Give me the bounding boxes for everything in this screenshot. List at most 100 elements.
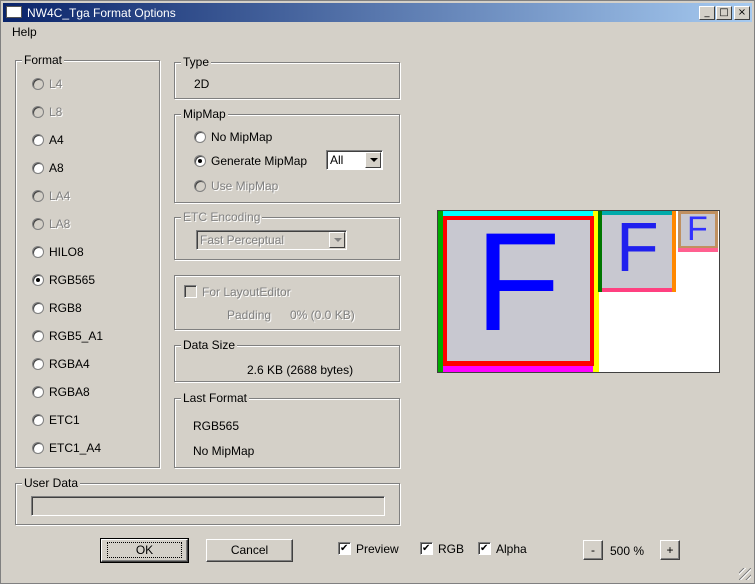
format-option-la8[interactable]: LA8 <box>32 216 70 232</box>
radio-indicator <box>32 442 44 454</box>
chevron-down-icon[interactable] <box>329 232 345 248</box>
mipmap-group-label: MipMap <box>181 107 228 121</box>
radio-indicator <box>194 131 206 143</box>
data-size-value: 2.6 KB (2688 bytes) <box>247 363 354 377</box>
format-option-etc1[interactable]: ETC1 <box>32 412 80 428</box>
format-option-label: A8 <box>49 161 64 175</box>
rgb-checkbox[interactable]: RGB <box>420 542 464 556</box>
alpha-label: Alpha <box>496 542 527 556</box>
maximize-button[interactable]: □ <box>716 6 732 20</box>
window-title: NW4C_Tga Format Options <box>27 6 176 20</box>
format-option-a8[interactable]: A8 <box>32 160 64 176</box>
preview-label: Preview <box>356 542 399 556</box>
use-mipmap-label: Use MipMap <box>211 179 279 193</box>
zoom-level: 500 % <box>610 544 645 558</box>
format-group: Format L4 L8 A4 A8 LA4 LA8 HILO8 RGB565 RGB8 RGB5… <box>15 53 160 468</box>
radio-indicator <box>32 134 44 146</box>
resize-grip[interactable] <box>739 568 751 580</box>
format-option-label: ETC1 <box>49 413 80 427</box>
preview-checkbox[interactable]: Preview <box>338 542 399 556</box>
minimize-button[interactable]: _ <box>699 6 715 20</box>
radio-indicator <box>32 190 44 202</box>
etc-encoding-select[interactable]: Fast Perceptual <box>196 230 347 250</box>
cancel-button[interactable]: Cancel <box>206 539 293 562</box>
radio-indicator <box>32 218 44 230</box>
radio-indicator <box>32 162 44 174</box>
radio-indicator <box>32 330 44 342</box>
data-size-label: Data Size <box>181 338 238 352</box>
title-bar[interactable]: NW4C_Tga Format Options _ □ × <box>3 3 752 22</box>
format-option-l4[interactable]: L4 <box>32 76 62 92</box>
format-option-rgb8[interactable]: RGB8 <box>32 300 82 316</box>
menu-bar: Help <box>3 23 752 41</box>
etc-encoding-group: ETC Encoding Fast Perceptual <box>174 210 400 260</box>
padding-label: Padding <box>227 308 272 322</box>
radio-indicator <box>194 155 206 167</box>
format-option-hilo8[interactable]: HILO8 <box>32 244 84 260</box>
format-option-label: L8 <box>49 105 63 119</box>
format-option-rgba4[interactable]: RGBA4 <box>32 356 90 372</box>
zoom-out-button[interactable]: - <box>583 540 603 560</box>
last-format-value: RGB565 <box>193 419 240 433</box>
layout-editor-group: For LayoutEditor Padding 0% (0.0 KB) <box>174 275 400 330</box>
user-data-field[interactable] <box>31 496 385 516</box>
close-button[interactable]: × <box>734 6 750 20</box>
ok-button[interactable]: OK <box>100 538 189 563</box>
format-option-label: RGB5_A1 <box>49 329 104 343</box>
type-group-label: Type <box>181 55 212 69</box>
format-option-label: A4 <box>49 133 64 147</box>
last-format-mipmap: No MipMap <box>193 444 255 458</box>
app-icon <box>6 6 22 18</box>
format-option-label: HILO8 <box>49 245 84 259</box>
format-option-rgb565[interactable]: RGB565 <box>32 272 95 288</box>
zoom-in-button[interactable]: + <box>660 540 680 560</box>
radio-indicator <box>32 78 44 90</box>
radio-indicator <box>32 386 44 398</box>
mip0-image: F <box>447 212 590 361</box>
format-option-label: L4 <box>49 77 63 91</box>
mip2-image: F <box>681 210 715 248</box>
format-option-rgba8[interactable]: RGBA8 <box>32 384 90 400</box>
mip1-image: F <box>602 210 672 288</box>
mip0-glyph: F <box>475 210 561 360</box>
mip1-edge-right <box>672 211 676 292</box>
format-option-la4[interactable]: LA4 <box>32 188 70 204</box>
radio-indicator <box>32 246 44 258</box>
format-option-label: RGBA8 <box>49 385 90 399</box>
rgb-label: RGB <box>438 542 465 556</box>
radio-indicator <box>32 274 44 286</box>
mipmap-level-value: All <box>330 153 344 167</box>
format-option-a4[interactable]: A4 <box>32 132 64 148</box>
data-size-group: Data Size 2.6 KB (2688 bytes) <box>174 338 400 382</box>
texture-preview[interactable]: F F F <box>437 210 720 373</box>
padding-value: 0% (0.0 KB) <box>290 308 355 322</box>
use-mipmap-radio[interactable]: Use MipMap <box>194 178 278 194</box>
no-mipmap-radio[interactable]: No MipMap <box>194 129 272 145</box>
format-option-etc1-a4[interactable]: ETC1_A4 <box>32 440 101 456</box>
format-option-l8[interactable]: L8 <box>32 104 62 120</box>
generate-mipmap-label: Generate MipMap <box>211 154 308 168</box>
format-option-label: LA8 <box>49 217 71 231</box>
for-layout-editor-checkbox[interactable]: For LayoutEditor <box>184 285 291 299</box>
mip2-glyph: F <box>687 210 708 248</box>
last-format-group: Last Format RGB565 No MipMap <box>174 391 400 468</box>
generate-mipmap-radio[interactable]: Generate MipMap <box>194 153 307 169</box>
mipmap-group: MipMap No MipMap Generate MipMap Use Mip… <box>174 107 400 203</box>
last-format-label: Last Format <box>181 391 250 405</box>
format-option-rgb5-a1[interactable]: RGB5_A1 <box>32 328 103 344</box>
cancel-label: Cancel <box>230 543 269 557</box>
user-data-label: User Data <box>22 476 81 490</box>
format-group-label: Format <box>22 53 65 67</box>
alpha-checkbox[interactable]: Alpha <box>478 542 527 556</box>
etc-encoding-label: ETC Encoding <box>181 210 263 224</box>
mipmap-level-select[interactable]: All <box>326 150 383 170</box>
user-data-group: User Data <box>15 476 400 525</box>
format-option-label: RGB565 <box>49 273 96 287</box>
chevron-down-icon[interactable] <box>365 152 381 168</box>
format-option-label: RGBA4 <box>49 357 90 371</box>
mip1-glyph: F <box>616 210 659 286</box>
menu-help[interactable]: Help <box>12 25 37 39</box>
radio-indicator <box>194 180 206 192</box>
checkbox-indicator <box>338 542 351 555</box>
for-layout-editor-label: For LayoutEditor <box>202 285 291 299</box>
